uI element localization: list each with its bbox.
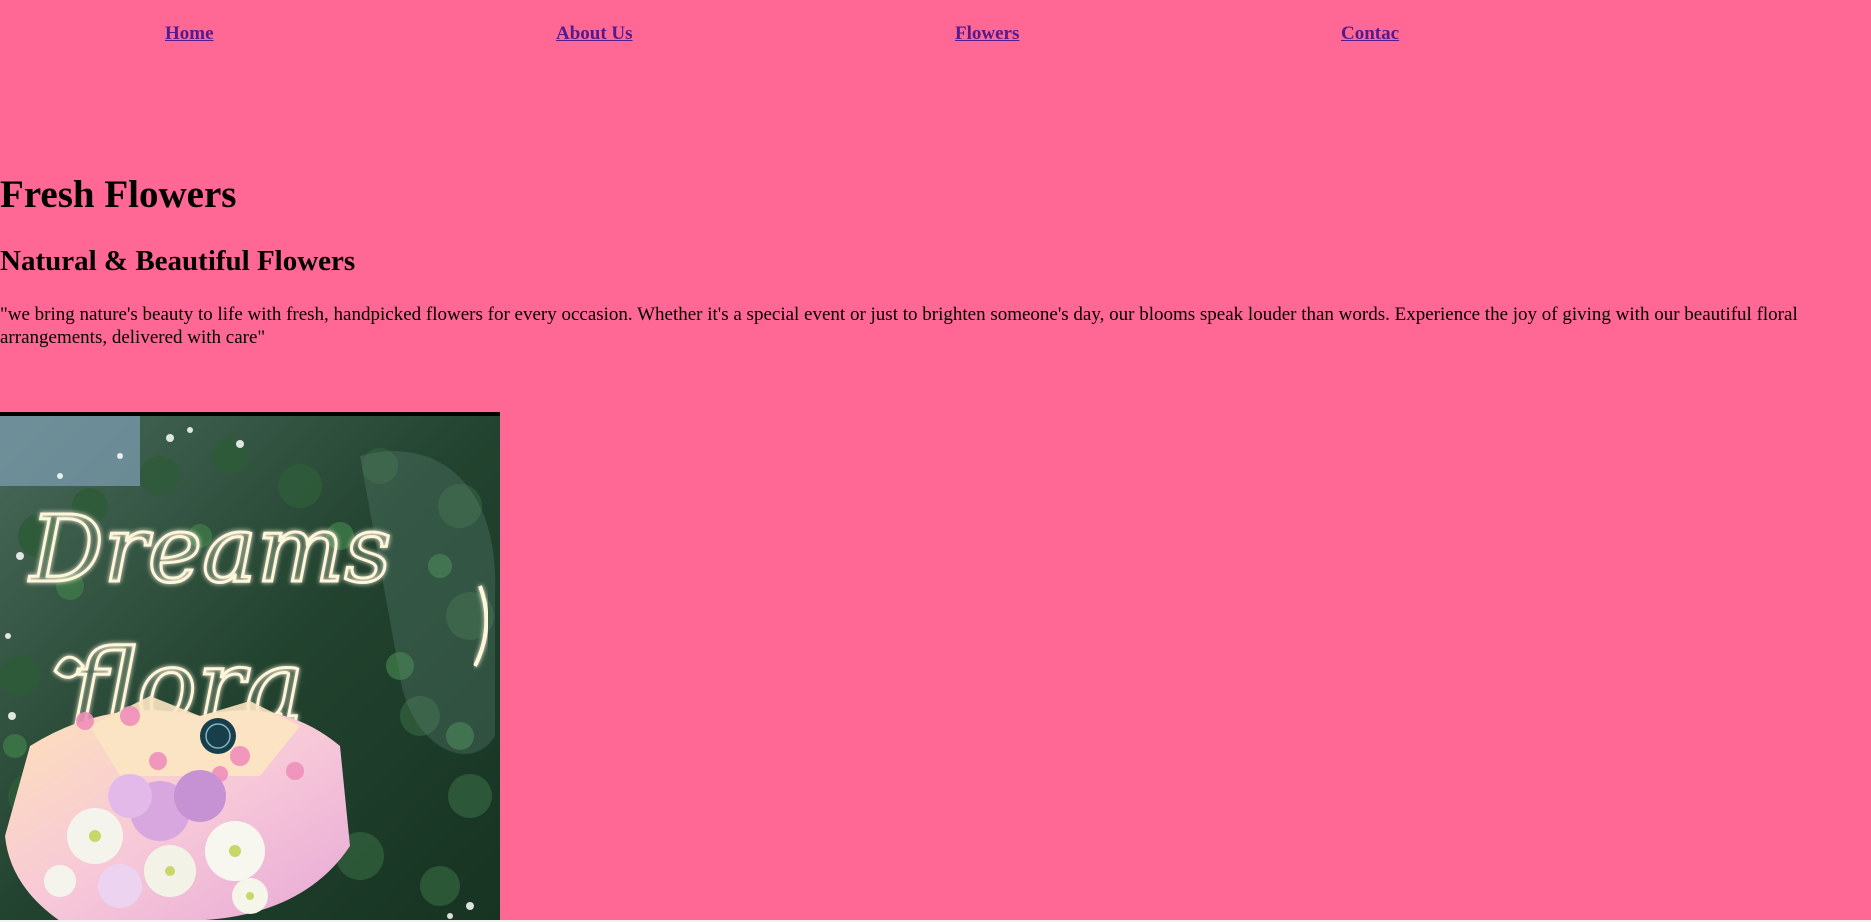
flower-bouquet-photo: Dreams flora — [0, 412, 500, 921]
neon-sign-line1: Dreams — [28, 496, 392, 603]
nav-link-contact[interactable]: Contac — [1341, 23, 1399, 45]
page-subtitle: Natural & Beautiful Flowers — [0, 245, 356, 277]
top-nav: Home About Us Flowers Contac — [0, 20, 1871, 50]
page: Home About Us Flowers Contac Fresh Flowe… — [0, 0, 1871, 922]
nav-link-about-us[interactable]: About Us — [556, 23, 633, 45]
flower-photo-illustration: Dreams flora — [0, 416, 500, 921]
page-title: Fresh Flowers — [0, 173, 237, 216]
nav-link-home[interactable]: Home — [165, 23, 214, 45]
intro-paragraph: "we bring nature's beauty to life with f… — [0, 304, 1798, 348]
nav-link-flowers[interactable]: Flowers — [955, 23, 1019, 45]
